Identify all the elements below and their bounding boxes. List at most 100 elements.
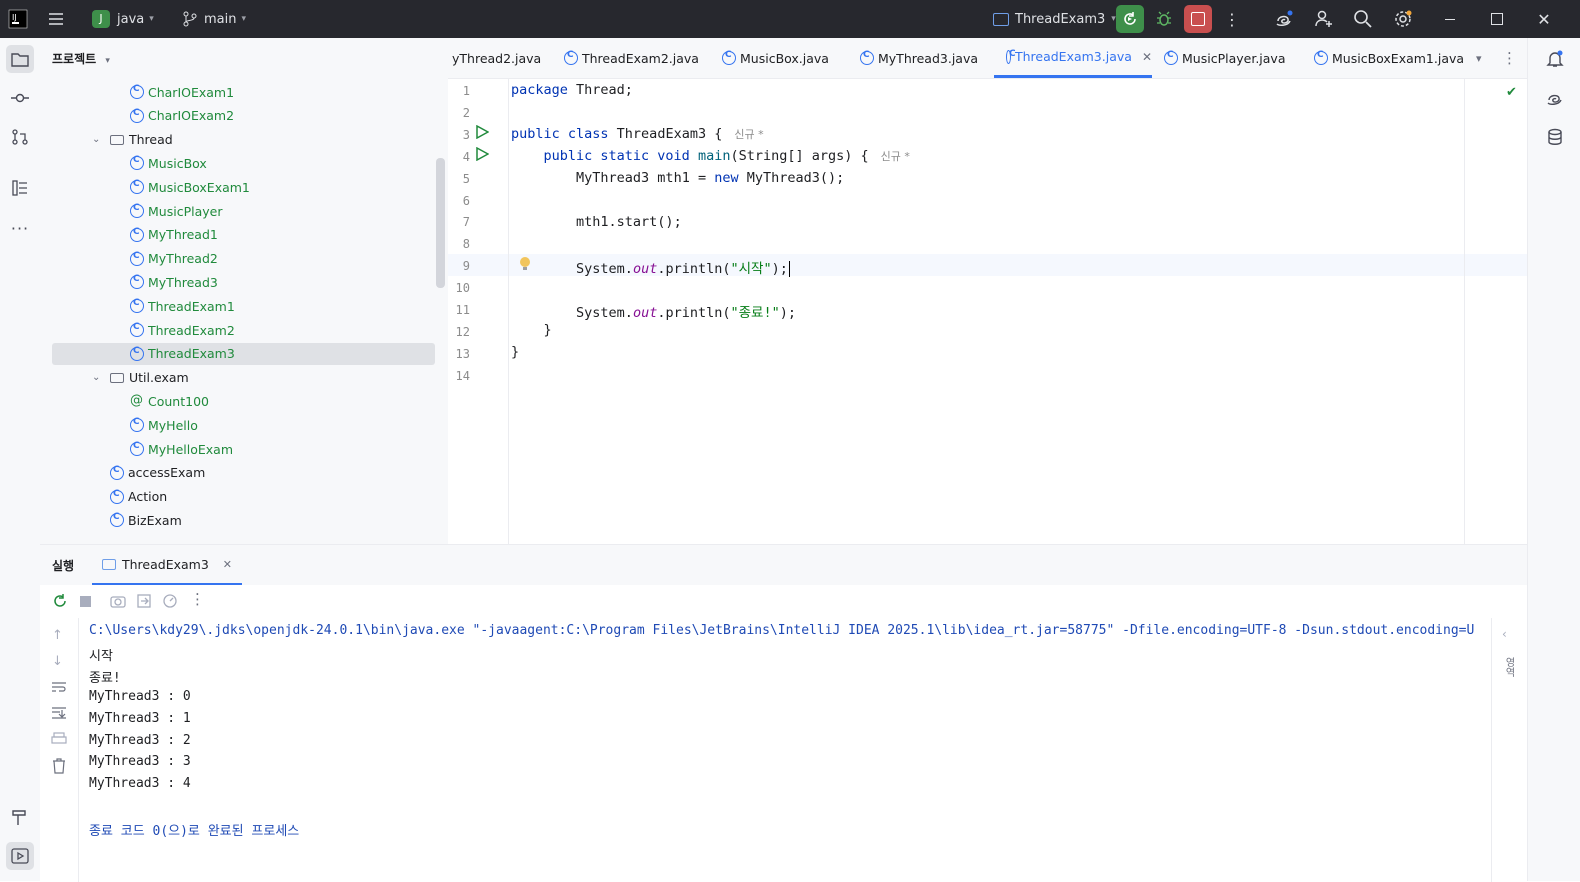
tree-item-label: ThreadExam3 (148, 346, 235, 362)
chevron-left-icon[interactable]: ‹ (1502, 627, 1507, 641)
tree-item-label: ThreadExam2 (148, 322, 235, 338)
tab-musicboxexam1[interactable]: MusicBoxExam1.java (1314, 38, 1464, 78)
branch-icon (183, 11, 197, 27)
tree-item[interactable]: MusicPlayer (52, 200, 222, 222)
tab-threadexam3[interactable]: ThreadExam3.java ✕ (994, 38, 1152, 78)
structure-tool-button[interactable] (6, 174, 34, 202)
tree-item[interactable]: BizExam (52, 509, 182, 531)
tree-item[interactable]: accessExam (52, 462, 205, 484)
project-badge: J (92, 10, 110, 28)
tab-mythread3[interactable]: MyThread3.java (860, 38, 978, 78)
tabs-more-button[interactable]: ⋮ (1502, 38, 1517, 78)
run-tool-button[interactable] (6, 842, 34, 870)
project-panel: 프로젝트 ▾ CharIOExam1 CharIOExam2 ⌄ Thread Musi… (40, 38, 449, 544)
project-switcher[interactable]: J java ▾ (92, 0, 154, 38)
database-button[interactable] (1541, 123, 1569, 151)
print-icon[interactable] (51, 732, 67, 750)
project-panel-header[interactable]: 프로젝트 ▾ (52, 50, 110, 67)
no-problems-check-icon[interactable]: ✔ (1506, 85, 1517, 100)
tree-item-label: CharIOExam1 (148, 84, 235, 100)
tab-mythread2[interactable]: yThread2.java (452, 38, 541, 78)
scroll-to-end-icon[interactable] (51, 706, 67, 724)
close-tab-icon[interactable]: ✕ (223, 558, 232, 571)
tree-item[interactable]: MusicBox (52, 152, 207, 174)
chevron-down-icon[interactable]: ⌄ (92, 134, 104, 145)
class-icon (130, 274, 144, 290)
tab-threadexam2[interactable]: ThreadExam2.java (564, 38, 699, 78)
tree-item[interactable]: MyHelloExam (52, 438, 233, 460)
trash-icon[interactable] (52, 758, 66, 778)
tree-item[interactable]: MyHello (52, 414, 198, 436)
arrow-up-icon[interactable]: ↑ (52, 628, 63, 643)
tree-scrollbar[interactable] (436, 158, 445, 288)
more-actions-button[interactable]: ⋮ (1218, 5, 1246, 33)
app-logo-icon[interactable]: IJ (8, 0, 28, 38)
close-tab-icon[interactable]: ✕ (1142, 50, 1152, 64)
more-tools-button[interactable]: ··· (6, 214, 34, 242)
run-class-gutter-icon[interactable] (475, 124, 490, 143)
tree-package[interactable]: ⌄ Util.exam (52, 367, 189, 389)
new-code-hint[interactable]: 신규 * (881, 150, 910, 163)
static-field: out (632, 305, 658, 321)
console-line: MyThread3 : 4 (89, 776, 191, 792)
class-icon (1164, 50, 1178, 65)
run-config-icon (102, 558, 116, 570)
more-vertical-icon[interactable]: ⋮ (190, 590, 205, 608)
tree-item[interactable]: MyThread2 (52, 248, 218, 270)
line-number: 5 (462, 171, 470, 186)
code-with-me-button[interactable] (1310, 5, 1338, 33)
tree-item[interactable]: @ Count100 (52, 390, 209, 412)
settings-button[interactable] (1389, 5, 1417, 33)
tree-item[interactable]: MyThread3 (52, 271, 218, 293)
soft-wrap-icon[interactable] (51, 680, 67, 698)
stop-icon[interactable] (80, 596, 91, 607)
tree-item[interactable]: MusicBoxExam1 (52, 176, 250, 198)
right-tool-strip (1527, 38, 1580, 881)
close-window-button[interactable]: ✕ (1530, 5, 1558, 33)
tab-musicbox[interactable]: MusicBox.java (722, 38, 829, 78)
rerun-icon[interactable] (52, 593, 68, 613)
tree-item[interactable]: CharIOExam2 (52, 105, 234, 127)
class-run-icon (1006, 49, 1016, 64)
rerun-button[interactable] (1116, 5, 1144, 33)
coverage-icon[interactable] (162, 593, 178, 613)
run-panel: 실행 ThreadExam3 ✕ ⋮ ↑ ↓ C:\Users\kdy29\.j… (40, 544, 1527, 882)
run-tab-threadexam3[interactable]: ThreadExam3 ✕ (92, 545, 243, 585)
pull-requests-tool-button[interactable] (6, 123, 34, 151)
project-tool-button[interactable] (6, 45, 34, 73)
more-vertical-icon: ⋮ (1224, 9, 1240, 29)
run-config-selector[interactable]: ThreadExam3 ▾ (993, 0, 1116, 38)
commit-tool-button[interactable] (6, 84, 34, 112)
tab-musicplayer[interactable]: MusicPlayer.java (1164, 38, 1285, 78)
ai-assistant-button[interactable] (1270, 5, 1298, 33)
branch-switcher[interactable]: main ▾ (182, 0, 246, 38)
maximize-button[interactable] (1483, 5, 1511, 33)
tree-item[interactable]: ThreadExam3 (52, 342, 435, 365)
class-run-icon (130, 441, 144, 456)
camera-icon[interactable] (110, 593, 126, 613)
debug-button[interactable] (1150, 5, 1178, 33)
tree-item[interactable]: CharIOExam1 (52, 81, 234, 103)
new-code-hint[interactable]: 신규 * (734, 128, 763, 141)
chevron-down-icon[interactable]: ⌄ (92, 372, 104, 383)
notifications-button[interactable] (1541, 45, 1569, 73)
build-tool-button[interactable] (6, 803, 34, 831)
tree-package[interactable]: ⌄ Thread (52, 129, 173, 151)
tabs-overflow-button[interactable]: ▾ (1476, 38, 1482, 78)
ai-chat-button[interactable] (1541, 84, 1569, 112)
stop-button[interactable] (1184, 5, 1212, 33)
tree-item[interactable]: Action (52, 486, 167, 508)
arrow-down-icon[interactable]: ↓ (52, 654, 63, 669)
side-label[interactable]: 영역 (1501, 657, 1516, 677)
tree-item[interactable]: ThreadExam1 (52, 295, 235, 317)
package-icon (110, 134, 124, 145)
run-main-gutter-icon[interactable] (475, 146, 490, 165)
tree-item[interactable]: ThreadExam2 (52, 319, 235, 341)
export-icon[interactable] (136, 593, 152, 613)
code-editor[interactable]: 1 2 3 4 5 6 7 8 9 10 11 12 13 14 ✔ package Thread; pu… (448, 79, 1527, 544)
string-literal: "시작" (730, 261, 772, 277)
minimize-button[interactable] (1436, 5, 1464, 33)
main-menu-icon[interactable] (46, 0, 66, 38)
tree-item[interactable]: MyThread1 (52, 224, 218, 246)
search-button[interactable] (1349, 5, 1377, 33)
